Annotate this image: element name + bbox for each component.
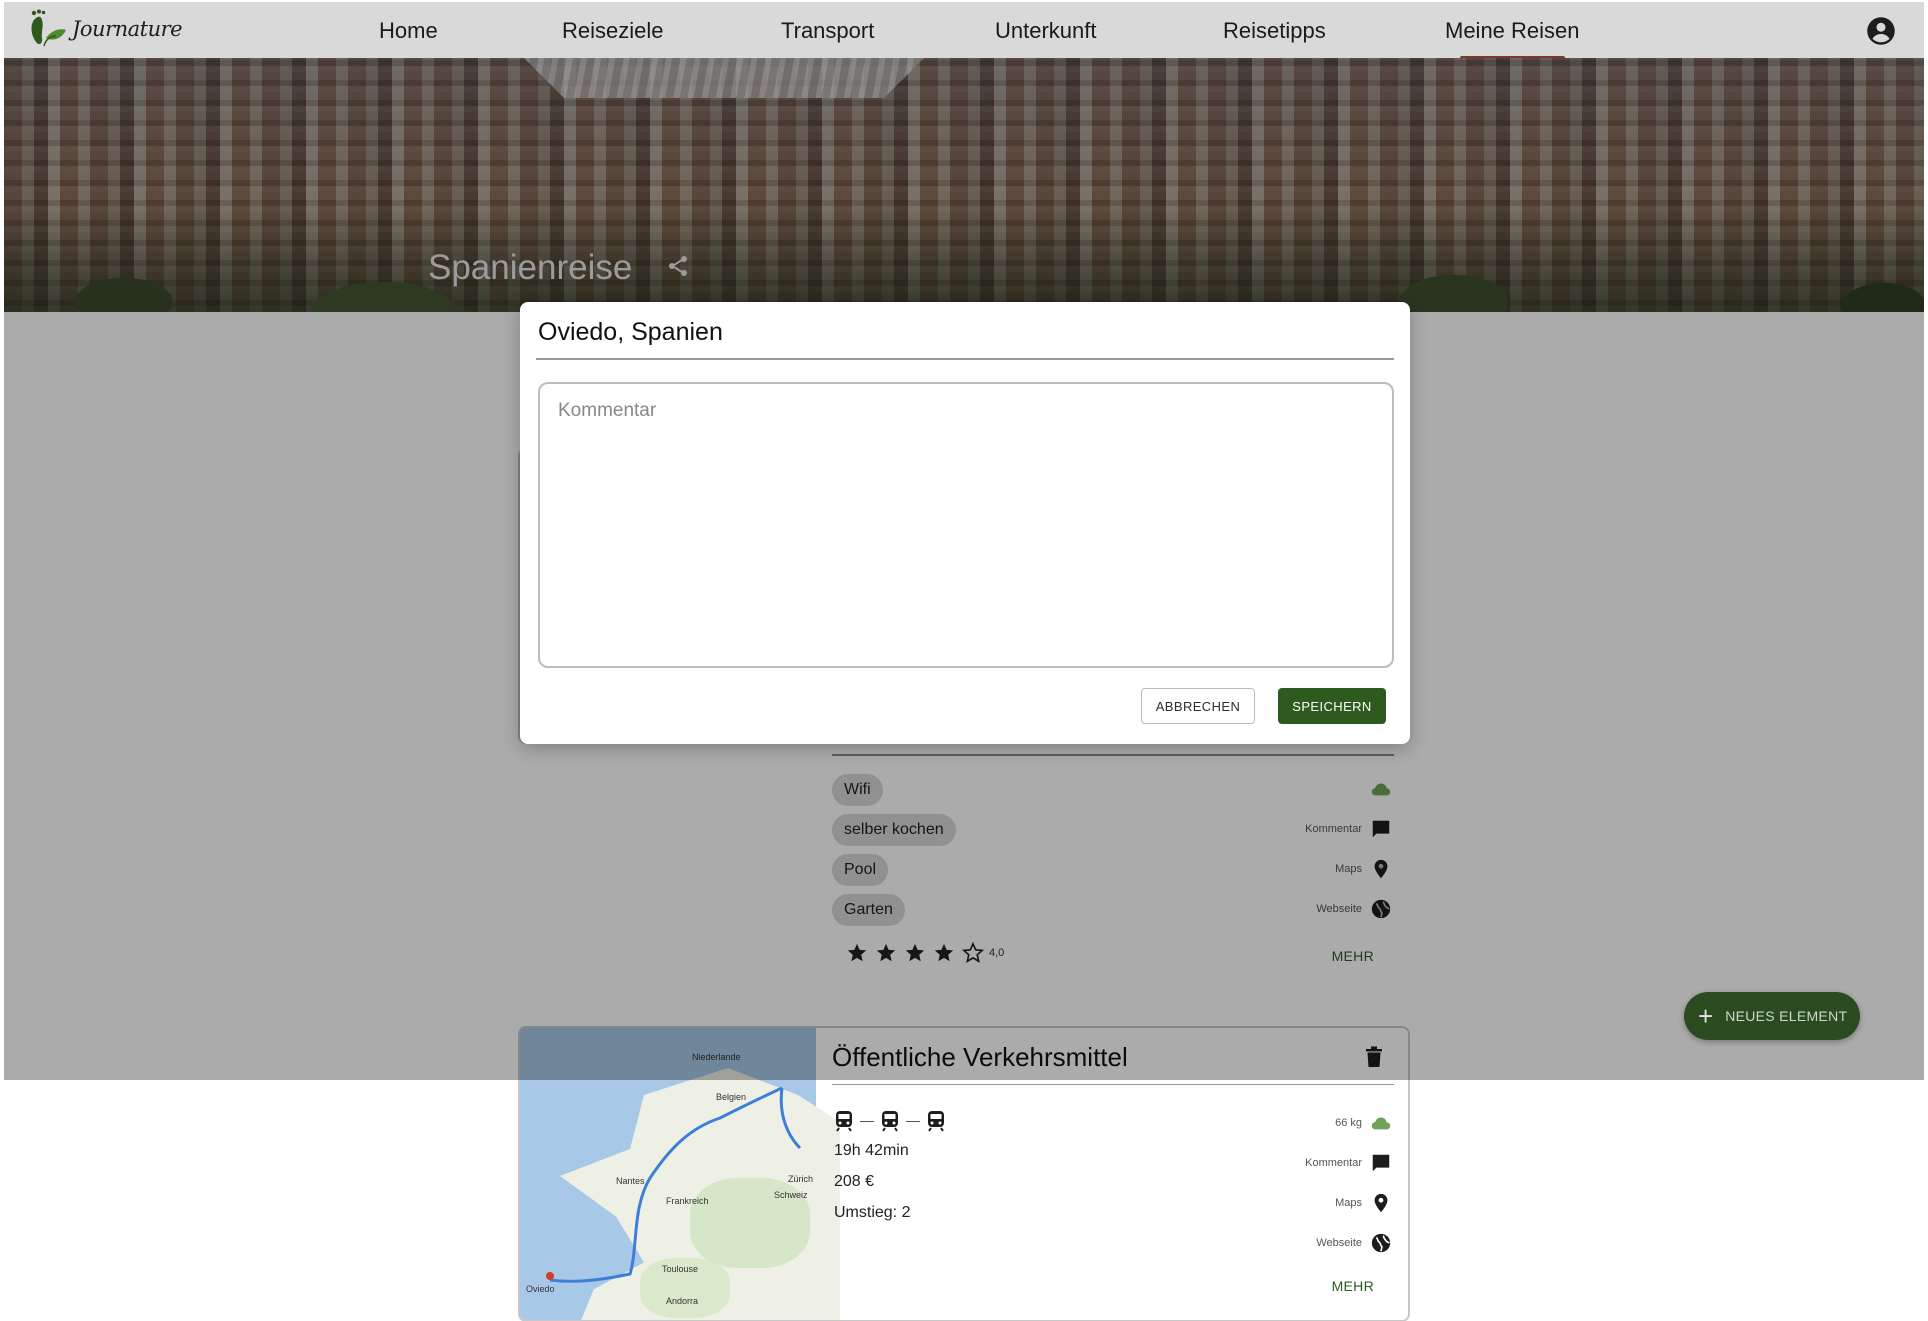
logo[interactable]: Journature: [22, 8, 183, 50]
comment-icon[interactable]: [1370, 1152, 1392, 1174]
train-icon: [882, 1111, 898, 1132]
logo-text: Journature: [72, 17, 183, 41]
map-label: Andorra: [666, 1296, 699, 1306]
transport-transfers: Umstieg: 2: [834, 1204, 911, 1221]
dialog-divider: [536, 358, 1394, 360]
website-row[interactable]: Webseite: [1316, 1232, 1392, 1254]
map-label: Toulouse: [662, 1264, 699, 1274]
map-pin-icon[interactable]: [1370, 1192, 1392, 1214]
transport-icons: [834, 1110, 946, 1132]
cancel-button[interactable]: ABBRECHEN: [1141, 688, 1255, 724]
nav-home[interactable]: Home: [379, 18, 438, 44]
maps-label: Maps: [1335, 1197, 1362, 1209]
train-icon: [928, 1111, 944, 1132]
website-label: Webseite: [1316, 1237, 1362, 1249]
nav-transport[interactable]: Transport: [781, 18, 874, 44]
co2-value: 66 kg: [1335, 1117, 1362, 1129]
top-navbar: Journature Home Reiseziele Transport Unt…: [4, 2, 1924, 60]
nav-unterkunft[interactable]: Unterkunft: [995, 18, 1097, 44]
new-element-button[interactable]: + NEUES ELEMENT: [1684, 992, 1860, 1040]
plus-icon: +: [1698, 1001, 1714, 1031]
account-circle-icon[interactable]: [1866, 16, 1896, 46]
co2-row: 66 kg: [1335, 1112, 1392, 1134]
transport-duration: 19h 42min: [834, 1142, 909, 1159]
map-label: Zürich: [788, 1174, 814, 1184]
nav-meine-reisen[interactable]: Meine Reisen: [1445, 18, 1580, 60]
page: Journature Home Reiseziele Transport Unt…: [0, 0, 1928, 1321]
comment-dialog: Oviedo, Spanien ABBRECHEN SPEICHERN: [520, 302, 1410, 744]
nav-reisetipps[interactable]: Reisetipps: [1223, 18, 1326, 44]
new-element-label: NEUES ELEMENT: [1725, 1008, 1848, 1024]
comment-textarea[interactable]: [538, 382, 1394, 668]
map-label: Belgien: [716, 1092, 747, 1102]
map-label: Schweiz: [774, 1190, 808, 1200]
save-button[interactable]: SPEICHERN: [1278, 688, 1386, 724]
train-icon: [836, 1111, 852, 1132]
map-label: Nantes: [616, 1176, 645, 1186]
maps-row[interactable]: Maps: [1335, 1192, 1392, 1214]
comment-row[interactable]: Kommentar: [1305, 1152, 1392, 1174]
transport-more-button[interactable]: MEHR: [1332, 1278, 1374, 1294]
map-label: Frankreich: [666, 1196, 709, 1206]
cloud-icon: [1371, 1117, 1391, 1130]
map-label: Oviedo: [526, 1284, 555, 1294]
dialog-title: Oviedo, Spanien: [538, 318, 723, 346]
transport-price: 208 €: [834, 1173, 875, 1190]
globe-icon[interactable]: [1370, 1232, 1392, 1254]
comment-label: Kommentar: [1305, 1157, 1362, 1169]
footprint-leaf-logo-icon: [31, 9, 66, 47]
nav-reiseziele[interactable]: Reiseziele: [562, 18, 664, 44]
